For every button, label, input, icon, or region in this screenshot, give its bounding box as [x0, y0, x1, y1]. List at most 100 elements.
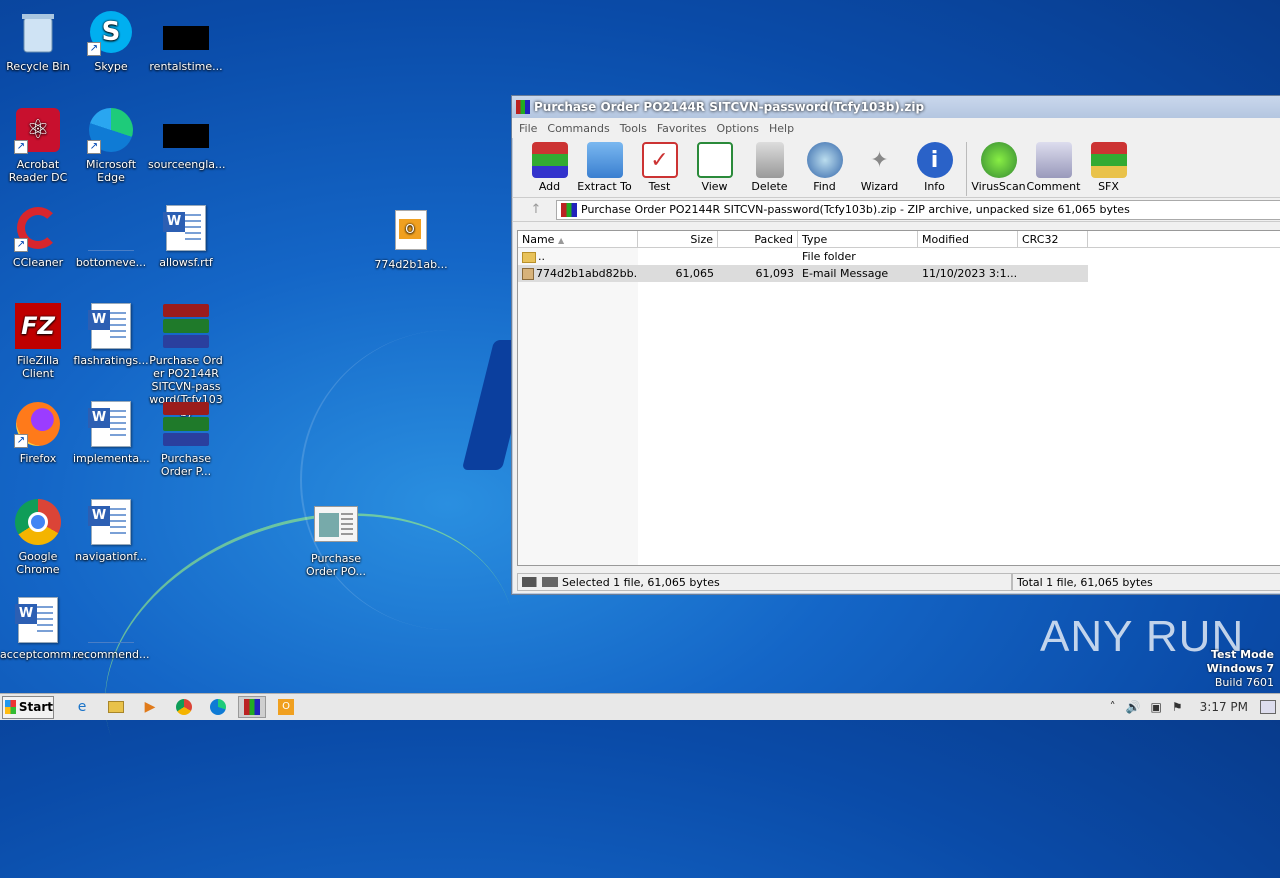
desktop-icon-label: navigationf... [75, 550, 147, 563]
desktop-icon-label: flashratings... [73, 354, 149, 367]
add-label: Add [538, 180, 561, 193]
address-path[interactable]: Purchase Order PO2144R SITCVN-password(T… [556, 199, 1280, 220]
magnifier-icon [806, 142, 843, 178]
menu-options[interactable]: Options [712, 122, 764, 135]
winrar-window[interactable]: Purchase Order PO2144R SITCVN-password(T… [511, 95, 1280, 595]
desktop-icon-firefox[interactable]: ↗ Firefox [0, 400, 76, 465]
virusscan-button[interactable]: VirusScan [971, 142, 1026, 193]
window-title: Purchase Order PO2144R SITCVN-password(T… [534, 100, 925, 114]
menu-commands[interactable]: Commands [542, 122, 614, 135]
recycle-bin-icon [14, 8, 62, 56]
word-document-icon: W [87, 400, 135, 448]
add-button[interactable]: Add [522, 142, 577, 193]
extract-to-button[interactable]: Extract To [577, 142, 632, 193]
test-label: Test [648, 180, 671, 193]
winrar-taskbar-icon[interactable] [238, 696, 266, 718]
add-archive-icon [531, 142, 568, 178]
address-text: Purchase Order PO2144R SITCVN-password(T… [581, 203, 1130, 216]
desktop-icon-label: Firefox [19, 452, 57, 465]
desktop-icon-purchase-po[interactable]: Purchase Order PO... [298, 500, 374, 578]
desktop-icon-navigationf[interactable]: W navigationf... [73, 498, 149, 563]
file-explorer-icon[interactable] [102, 696, 130, 718]
desktop-icon-label: Microsoft Edge [85, 158, 137, 184]
desktop-icon-flashratings[interactable]: W flashratings... [73, 302, 149, 367]
network-icon[interactable]: ▣ [1146, 700, 1167, 714]
outlook-icon[interactable]: O [272, 696, 300, 718]
chrome-icon[interactable] [170, 696, 198, 718]
column-type[interactable]: Type [798, 231, 918, 247]
start-button[interactable]: Start [2, 695, 54, 719]
winrar-archive-icon [162, 302, 210, 350]
column-size[interactable]: Size [638, 231, 718, 247]
comment-button[interactable]: Comment [1026, 142, 1081, 193]
view-book-icon [696, 142, 733, 178]
test-button[interactable]: ✓ Test [632, 142, 687, 193]
find-label: Find [813, 180, 836, 193]
menu-tools[interactable]: Tools [615, 122, 652, 135]
wizard-button[interactable]: ✦ Wizard [852, 142, 907, 194]
test-mode-notice: Test Mode Windows 7 Build 7601 [1206, 648, 1274, 689]
desktop-icon-label: sourceengla... [148, 158, 226, 171]
media-player-icon[interactable]: ▶ [136, 696, 164, 718]
desktop-icon-implementa[interactable]: W implementa... [73, 400, 150, 465]
show-desktop-icon[interactable] [1260, 700, 1276, 714]
acrobat-icon: ⚛ ↗ [14, 106, 62, 154]
windows-logo-icon [5, 700, 16, 714]
desktop-icon-ccleaner[interactable]: ↗ CCleaner [0, 204, 76, 269]
status-selected: Selected 1 file, 61,065 bytes [562, 575, 720, 589]
bug-icon [980, 142, 1017, 178]
menu-help[interactable]: Help [764, 122, 799, 135]
desktop-icon-acrobat[interactable]: ⚛ ↗ Acrobat Reader DC [0, 106, 76, 184]
desktop-icon-label: implementa... [73, 452, 150, 465]
window-titlebar[interactable]: Purchase Order PO2144R SITCVN-password(T… [512, 96, 1280, 118]
menu-file[interactable]: File [514, 122, 542, 135]
info-label: Info [924, 180, 945, 193]
volume-icon[interactable]: 🔊 [1121, 700, 1146, 714]
column-name[interactable]: Name ▲ [518, 231, 638, 247]
desktop-icon-acceptcomm[interactable]: W acceptcomm... [0, 596, 82, 661]
desktop-icon-bottomeve[interactable]: bottomeve... [73, 204, 149, 269]
column-modified[interactable]: Modified [918, 231, 1018, 247]
taskbar: Start e ▶ O ˄ 🔊 ▣ ⚑ 3:17 PM [0, 693, 1280, 720]
clock[interactable]: 3:17 PM [1188, 700, 1260, 714]
info-button[interactable]: i Info [907, 142, 962, 193]
file-list[interactable]: Name ▲ Size Packed Type Modified CRC32 .… [517, 230, 1280, 566]
desktop-icon-skype[interactable]: S ↗ Skype [73, 8, 149, 73]
desktop-icon-purchase-p[interactable]: Purchase Order P... [148, 400, 224, 478]
toolbar: Add Extract To ✓ Test View Delete Find ✦… [512, 138, 1280, 198]
desktop-icon-label: FileZilla Client [17, 354, 59, 380]
word-document-icon: W [162, 204, 210, 252]
desktop-icon-allowsf[interactable]: W allowsf.rtf [148, 204, 224, 269]
info-icon: i [916, 142, 953, 178]
delete-button[interactable]: Delete [742, 142, 797, 193]
column-crc32[interactable]: CRC32 [1018, 231, 1088, 247]
desktop-icon-rentalstime[interactable]: rentalstime... [148, 8, 224, 73]
view-button[interactable]: View [687, 142, 742, 193]
up-arrow-icon[interactable]: ↑ [516, 202, 556, 217]
test-clipboard-icon: ✓ [641, 142, 678, 178]
desktop-icon-filezilla[interactable]: FZ FileZilla Client [0, 302, 76, 380]
find-button[interactable]: Find [797, 142, 852, 193]
sfx-button[interactable]: SFX [1081, 142, 1136, 193]
menu-favorites[interactable]: Favorites [652, 122, 712, 135]
sfx-label: SFX [1098, 180, 1119, 193]
wand-icon: ✦ [870, 147, 889, 173]
desktop-icon-sourceengla[interactable]: sourceengla... [148, 106, 226, 171]
table-row[interactable]: .. File folder [518, 248, 1280, 265]
flag-icon[interactable]: ⚑ [1167, 700, 1188, 714]
desktop-icon-chrome[interactable]: Google Chrome [0, 498, 76, 576]
virusscan-label: VirusScan [971, 180, 1026, 193]
desktop-icon-recycle-bin[interactable]: Recycle Bin [0, 8, 76, 73]
desktop-icon-msg774[interactable]: O 774d2b1ab... [373, 206, 449, 271]
edge-icon[interactable] [204, 696, 232, 718]
desktop-icon-label: Recycle Bin [6, 60, 70, 73]
desktop-icon-recommend[interactable]: recommend... [73, 596, 149, 661]
desktop-icon-edge[interactable]: ↗ Microsoft Edge [73, 106, 149, 184]
table-row-selected[interactable]: 774d2b1abd82bb... 61,065 61,093 E-mail M… [518, 265, 1088, 282]
trash-icon [755, 142, 784, 178]
desktop-icon-label: Skype [94, 60, 128, 73]
column-packed[interactable]: Packed [718, 231, 798, 247]
view-label: View [701, 180, 728, 193]
tray-expand-icon[interactable]: ˄ [1105, 700, 1121, 714]
internet-explorer-icon[interactable]: e [68, 696, 96, 718]
